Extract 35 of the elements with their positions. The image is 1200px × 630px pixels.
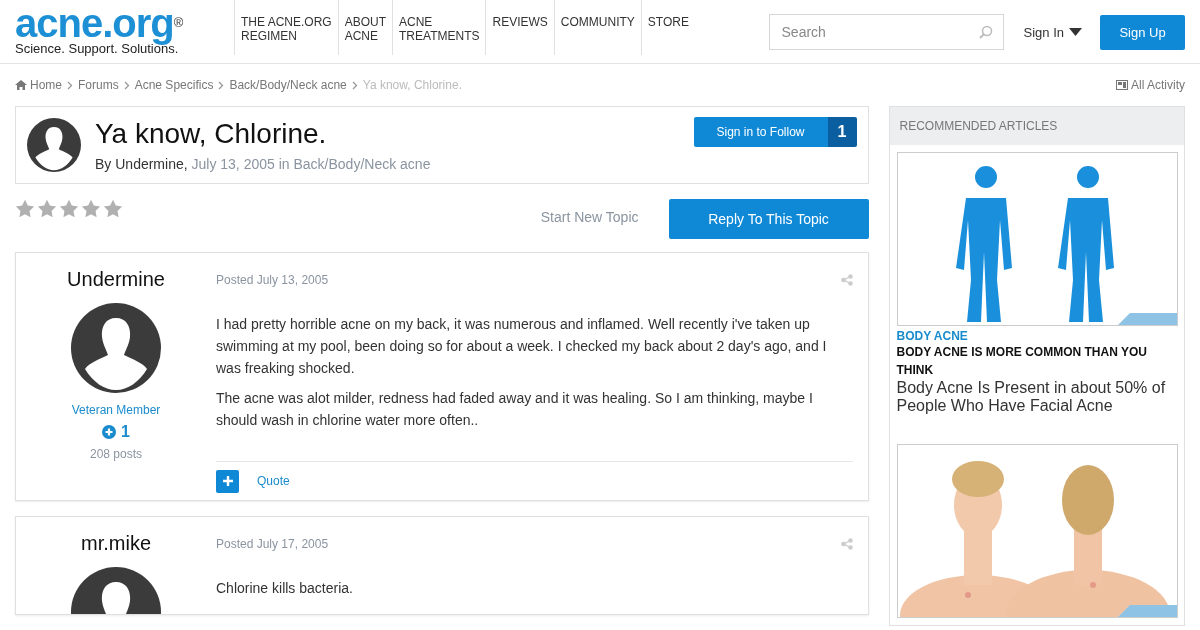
start-new-topic-link[interactable]: Start New Topic	[540, 208, 639, 225]
post-date: Posted July 17, 2005	[216, 537, 329, 552]
reputation-count: 1	[102, 422, 130, 441]
nav-link[interactable]: THE ACNE.ORG REGIMEN	[234, 0, 338, 55]
reply-button[interactable]: Reply To This Topic	[668, 198, 869, 239]
article-headline[interactable]: BODY ACNE IS MORE COMMON THAN YOU THINK	[896, 343, 1177, 379]
follower-count: 1	[827, 117, 857, 147]
quote-link[interactable]: Quote	[257, 474, 290, 489]
post-text: Chlorine kills bacteria.	[216, 579, 354, 599]
nav-link[interactable]: COMMUNITY	[553, 0, 641, 55]
sign-up-button[interactable]: Sign Up	[1100, 14, 1185, 50]
post-date: Posted July 13, 2005	[216, 272, 329, 287]
post-text: The acne was alot milder, redness had faded away and it was healing. So I am thinking, maybe I should wash in chlorine water more often..	[216, 388, 814, 430]
search-field[interactable]: Search	[768, 14, 1004, 50]
post-text: I had pretty horrible acne on my back, it was numerous and inflamed. Well recently i've taken up swimming at my pool, been doing so for about a week. I checked my back about 2 day's ago, and I was freaking shocked.	[216, 314, 828, 378]
sign-in-link[interactable]: Sign In	[1023, 24, 1082, 40]
topic-meta: By Undermine, July 13, 2005 in Back/Body/Neck acne	[95, 155, 431, 172]
all-activity-link[interactable]: All Activity	[1116, 78, 1185, 92]
article-category[interactable]: BODY ACNE	[896, 329, 1177, 343]
author-name[interactable]: mr.mike	[81, 532, 151, 556]
breadcrumb-link[interactable]: Home	[15, 78, 62, 92]
nav-link[interactable]: ABOUT ACNE	[337, 0, 393, 55]
nav-link[interactable]: REVIEWS	[485, 0, 554, 55]
breadcrumb-link[interactable]: Forums	[78, 78, 119, 92]
breadcrumb-link[interactable]: Back/Body/Neck acne	[229, 78, 347, 92]
follow-button[interactable]: Sign in to Follow	[693, 117, 828, 147]
author-name[interactable]: Undermine	[67, 267, 165, 291]
article-summary: Body Acne Is Present in about 50% of People Who Have Facial Acne	[896, 379, 1167, 415]
nav-link[interactable]: ACNE TREATMENTS	[392, 0, 486, 55]
member-rank: Veteran Member	[71, 402, 161, 417]
nav-link[interactable]: STORE	[640, 0, 695, 55]
topic-title: Ya know, Chlorine.	[95, 117, 328, 150]
post-count: 208 posts	[89, 446, 142, 461]
sidebar-title: RECOMMENDED ARTICLES	[889, 107, 1184, 145]
breadcrumb-link[interactable]: Acne Specifics	[134, 78, 214, 92]
